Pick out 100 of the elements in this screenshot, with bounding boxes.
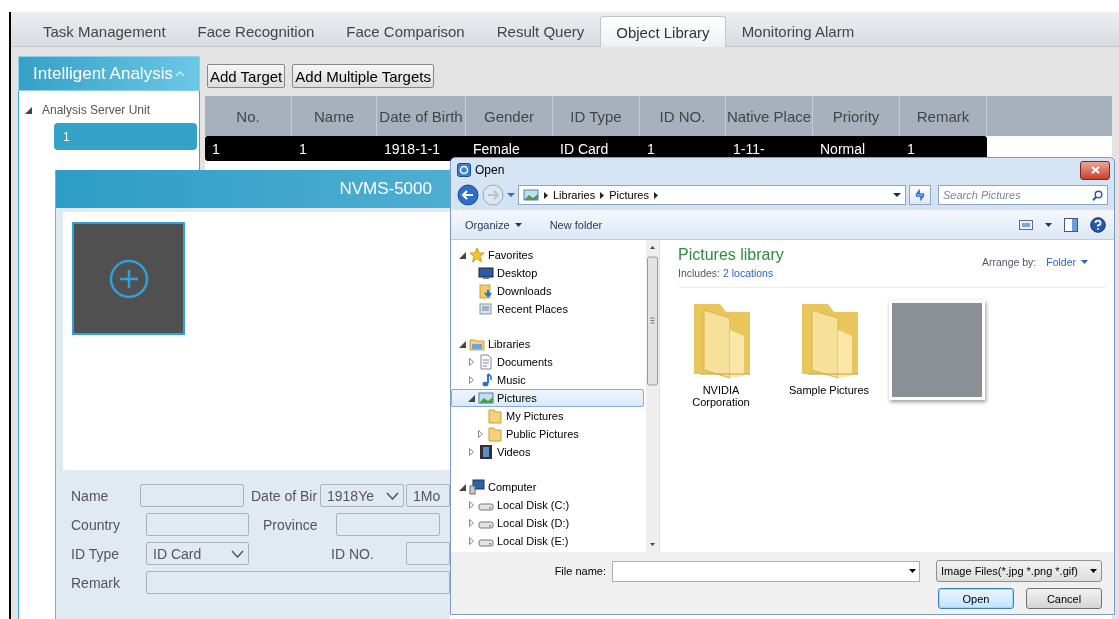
chevron-right-icon: [600, 191, 605, 199]
caret-down-icon: [514, 222, 522, 227]
triangle-icon[interactable]: [25, 106, 32, 114]
tab[interactable]: Face Comparison: [330, 16, 481, 46]
tree-item[interactable]: Analysis Server Unit: [19, 99, 199, 121]
chevron-down-icon: [386, 491, 399, 500]
panel-title: Intelligent Analysis: [33, 63, 173, 84]
search-input[interactable]: Search Pictures: [943, 189, 1088, 201]
tab[interactable]: Result Query: [480, 16, 601, 46]
form-label: ID Type: [71, 545, 120, 562]
tab[interactable]: Object Library: [600, 16, 726, 47]
toolbar-button[interactable]: Add Multiple Targets: [292, 64, 434, 88]
breadcrumb-item[interactable]: Pictures: [609, 189, 649, 201]
file-item[interactable]: Sample Pictures: [786, 300, 872, 408]
tab[interactable]: Monitoring Alarm: [725, 16, 871, 46]
breadcrumb-item[interactable]: Libraries: [553, 189, 596, 201]
tab[interactable]: Task Management: [27, 16, 182, 46]
nav-item[interactable]: Music: [451, 371, 644, 389]
nav-item[interactable]: Desktop: [451, 264, 644, 282]
file-name-label: File name:: [554, 565, 606, 577]
input-field[interactable]: [406, 542, 450, 565]
dialog-button[interactable]: Open: [938, 588, 1014, 609]
form-label: Country: [71, 516, 122, 533]
dropdown[interactable]: 1918Ye: [320, 484, 404, 507]
form-label: Date of Bir: [251, 487, 319, 504]
refresh-button[interactable]: [909, 185, 931, 205]
close-button[interactable]: [1080, 160, 1110, 180]
table-cell-text: Female: [472, 139, 521, 159]
film-icon: [478, 444, 494, 460]
nav-item[interactable]: Local Disk (C:): [451, 496, 644, 514]
table-cell-text: 1-11-: [732, 139, 766, 159]
nav-item[interactable]: Videos: [451, 443, 644, 461]
form-label: Province: [263, 516, 319, 533]
chevron-down-icon: [231, 549, 244, 558]
nav-item[interactable]: Libraries: [451, 335, 644, 353]
nav-item[interactable]: Favorites: [451, 246, 644, 264]
input-field[interactable]: [146, 571, 450, 594]
caret-down-icon: [1081, 260, 1088, 264]
library-title: Pictures library: [678, 246, 784, 264]
table-cell-text: 1918-1-1: [383, 139, 442, 159]
caret-down-icon[interactable]: [1045, 222, 1052, 227]
dialog-button[interactable]: Cancel: [1026, 588, 1102, 609]
nav-item[interactable]: My Pictures: [451, 407, 644, 425]
triangle-icon[interactable]: [458, 251, 466, 259]
search-field[interactable]: Search Pictures: [938, 185, 1108, 205]
dialog-title: NVMS-5000: [339, 179, 432, 199]
refresh-icon: [914, 189, 926, 201]
input-field[interactable]: [146, 513, 249, 536]
table-cell-text: Normal: [819, 139, 867, 159]
input-field[interactable]: [336, 513, 440, 536]
table-cell-text: 1: [906, 139, 916, 159]
nav-item[interactable]: Computer: [451, 478, 644, 496]
table-cell-text: 1: [646, 139, 656, 159]
scrollbar[interactable]: [646, 240, 659, 552]
file-item[interactable]: NVIDIA Corporation: [678, 300, 764, 408]
triangle-icon[interactable]: [458, 340, 466, 348]
includes-label: Includes:: [678, 267, 721, 279]
landscape-icon: [523, 187, 539, 203]
add-photo-button[interactable]: [72, 222, 185, 335]
file-name-field[interactable]: [612, 560, 920, 582]
table-cell-text: 1: [298, 139, 308, 159]
nav-item[interactable]: Pictures: [451, 389, 644, 407]
computer-icon: [469, 479, 485, 495]
dropdown[interactable]: 1Mo: [406, 484, 450, 507]
nav-item[interactable]: Documents: [451, 353, 644, 371]
close-icon: [1090, 166, 1100, 174]
nav-item[interactable]: Recent Places: [451, 300, 644, 318]
new-folder-button[interactable]: New folder: [549, 218, 603, 231]
input-field[interactable]: [140, 484, 244, 507]
help-icon[interactable]: [1090, 216, 1106, 233]
caret-down-icon[interactable]: [893, 193, 901, 197]
folder-icon: [487, 426, 503, 442]
view-icon[interactable]: [1019, 218, 1033, 231]
nav-item[interactable]: Local Disk (E:): [451, 532, 644, 550]
file-type-dropdown[interactable]: Image Files(*.jpg *.png *.gif): [936, 560, 1102, 582]
organize-button[interactable]: Organize: [465, 218, 522, 231]
dialog-icon: [457, 163, 471, 177]
back-button[interactable]: [457, 184, 479, 206]
nav-item[interactable]: Local Disk (D:): [451, 514, 644, 532]
address-bar[interactable]: Libraries Pictures: [518, 185, 906, 205]
locations-link[interactable]: 2 locations: [722, 267, 774, 279]
triangle-icon[interactable]: [467, 394, 475, 402]
form-label: ID NO.: [331, 545, 375, 562]
landscape-icon: [478, 390, 494, 406]
nav-item[interactable]: Public Pictures: [451, 425, 644, 443]
nav-item[interactable]: Downloads: [451, 282, 644, 300]
arrange-dropdown[interactable]: Folder: [1046, 256, 1088, 268]
dropdown[interactable]: ID Card: [146, 542, 249, 565]
triangle-icon[interactable]: [458, 483, 466, 491]
form-label: Remark: [71, 574, 121, 591]
stack-icon: [478, 301, 494, 317]
tab[interactable]: Face Recognition: [181, 16, 331, 46]
chevron-right-icon: [544, 191, 548, 199]
caret-down-icon: [1090, 569, 1097, 573]
search-icon[interactable]: [1092, 189, 1103, 201]
download-folder-icon: [478, 283, 494, 299]
toolbar-button[interactable]: Add Target: [207, 64, 286, 88]
caret-down-icon[interactable]: [909, 569, 916, 573]
table-cell-text: 1: [211, 139, 221, 159]
preview-pane-icon[interactable]: [1064, 217, 1078, 232]
